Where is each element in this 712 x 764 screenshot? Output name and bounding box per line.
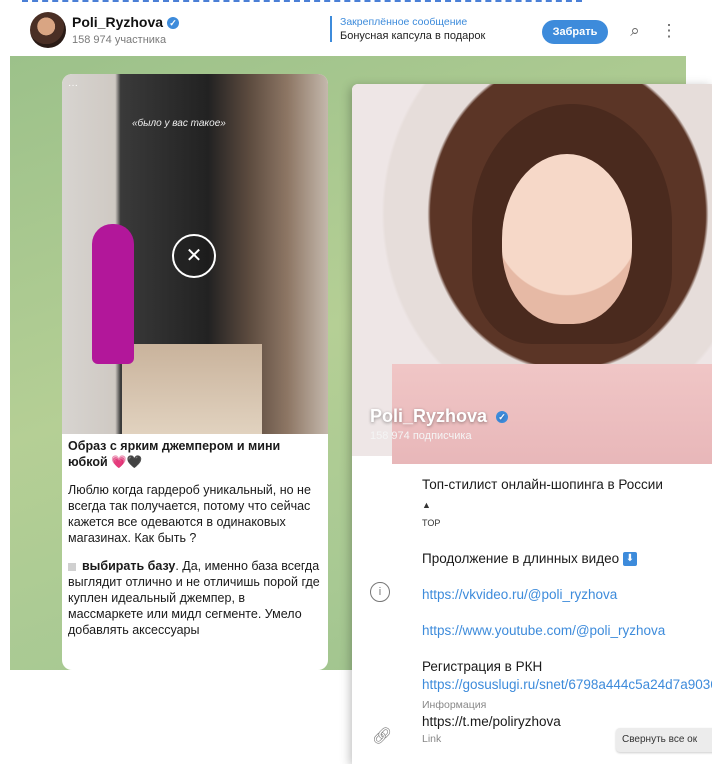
search-icon[interactable]: ⌕: [624, 20, 646, 42]
bio-line-2: Продолжение в длинных видео ⬇: [422, 550, 702, 568]
avatar[interactable]: [30, 12, 66, 48]
rkn-prefix: Регистрация в РКН: [422, 659, 543, 674]
download-icon: ⬇: [622, 552, 637, 567]
profile-name-text: Poli_Ryzhova: [370, 406, 488, 426]
video-caption: «было у вас такое»: [132, 118, 226, 129]
message-card[interactable]: ··· «было у вас такое» ✕ Образ с ярким д…: [62, 74, 328, 670]
channel-name: Poli_Ryzhova: [72, 14, 164, 30]
person-figure: [92, 224, 134, 364]
video-menu-icon[interactable]: ···: [68, 80, 78, 91]
top-badge-text: TOP: [422, 518, 441, 528]
take-button[interactable]: Забрать: [542, 20, 608, 44]
participant-count: 158 974 участника: [72, 34, 167, 46]
vk-link[interactable]: https://vkvideo.ru/@poli_ryzhova: [422, 586, 702, 604]
channel-title[interactable]: Poli_Ryzhova ✓: [72, 14, 180, 30]
tme-label: Link: [422, 733, 442, 745]
bio-line-2-text: Продолжение в длинных видео: [422, 551, 620, 566]
about-section: Топ-стилист онлайн-шопинга в России ▲ TOP …: [422, 476, 712, 714]
bio-line-1-text: Топ-стилист онлайн-шопинга в России: [422, 477, 663, 492]
chat-header: Poli_Ryzhova ✓ 158 974 участника Закреплё…: [10, 6, 686, 57]
message-paragraph-1: Люблю когда гардероб уникальный, но не в…: [68, 483, 311, 545]
top-badge: ▲ TOP: [422, 500, 441, 528]
message-title: Образ с ярким джемпером и мини юбкой 💗🖤: [68, 439, 281, 469]
pinned-label: Закреплённое сообщение: [340, 16, 468, 28]
profile-photo[interactable]: Poli_Ryzhova ✓ 158 974 подписчика: [352, 84, 712, 464]
video-preview[interactable]: ··· «было у вас такое» ✕: [62, 74, 328, 434]
youtube-link[interactable]: https://www.youtube.com/@poli_ryzhova: [422, 622, 702, 640]
message-paragraph-2: выбирать базу. Да, именно база всегда вы…: [68, 558, 320, 638]
profile-panel: Poli_Ryzhova ✓ 158 974 подписчика i Топ-…: [352, 84, 712, 764]
tme-link[interactable]: https://t.me/poliryzhova: [422, 714, 561, 729]
bullet-icon: [68, 562, 76, 571]
profile-name: Poli_Ryzhova ✓: [370, 406, 509, 427]
message-text: Образ с ярким джемпером и мини юбкой 💗🖤 …: [68, 438, 320, 650]
message-bold: выбирать базу: [82, 559, 176, 573]
verified-icon: ✓: [167, 17, 180, 30]
top-dashed-line: [22, 0, 582, 5]
face-shape: [502, 154, 632, 324]
bio-line-1: Топ-стилист онлайн-шопинга в России ▲ TOP: [422, 476, 702, 532]
pinned-message[interactable]: Закреплённое сообщение Бонусная капсула …: [330, 16, 485, 42]
rkn-line: Регистрация в РКН https://gosuslugi.ru/s…: [422, 658, 712, 714]
info-label: Информация: [422, 699, 487, 711]
link-icon: 🔗︎: [372, 728, 393, 745]
collapse-toast[interactable]: Свернуть все ок: [616, 728, 712, 752]
close-icon[interactable]: ✕: [172, 234, 216, 278]
rkn-link[interactable]: https://gosuslugi.ru/snet/6798a444c5a24d…: [422, 677, 712, 692]
tme-link-row[interactable]: https://t.me/poliryzhova Link: [422, 714, 561, 745]
pinned-text: Бонусная капсула в подарок: [340, 30, 486, 42]
more-vertical-icon[interactable]: ⋮: [658, 20, 680, 42]
subscriber-count: 158 974 подписчика: [370, 430, 472, 442]
info-icon: i: [370, 582, 390, 602]
verified-icon: ✓: [496, 411, 509, 424]
floor: [122, 344, 262, 434]
